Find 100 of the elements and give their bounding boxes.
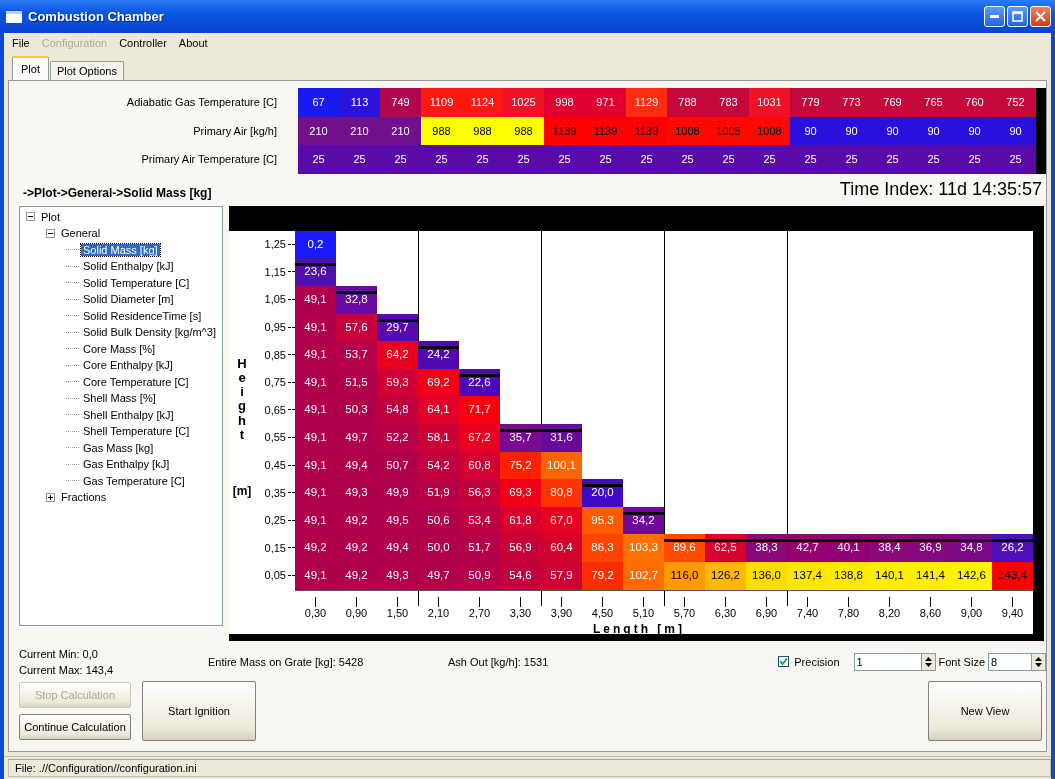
table-cell: 788	[667, 88, 708, 117]
maximize-button[interactable]	[1007, 6, 1028, 27]
heatmap-cell: 75,2	[500, 451, 541, 480]
heatmap-cell: 79,2	[582, 561, 623, 590]
tree-item[interactable]: Solid Temperature [C]	[81, 276, 192, 289]
collapse-icon[interactable]	[46, 228, 55, 238]
table-cell: 25	[667, 145, 708, 174]
table-cell: 25	[503, 145, 544, 174]
tree-item[interactable]: Solid Diameter [m]	[81, 293, 176, 306]
heatmap-cell: 49,7	[418, 561, 459, 590]
axis-title: Height	[237, 356, 247, 443]
heatmap-cell: 49,5	[377, 506, 418, 535]
table-cell: 25	[544, 145, 585, 174]
minimize-icon	[990, 15, 999, 18]
axis-label: 0,85	[264, 348, 287, 361]
tree-item[interactable]: Gas Enthalpy [kJ]	[81, 458, 172, 471]
spin-arrows-icon	[924, 655, 932, 668]
table-cell: 1008	[749, 116, 790, 145]
tab[interactable]: Plot	[12, 56, 49, 80]
axis-label: 0,55	[264, 431, 287, 444]
tree-item[interactable]: Core Temperature [C]	[81, 375, 191, 388]
action-button[interactable]: New View	[928, 680, 1042, 741]
close-button[interactable]	[1030, 6, 1051, 27]
table-cell: 1139	[585, 116, 626, 145]
heatmap-cell: 34,8	[951, 534, 992, 562]
precision-field[interactable]: 1	[853, 652, 922, 671]
heatmap-cell: 51,7	[459, 534, 500, 562]
tree-item[interactable]: General	[59, 227, 103, 240]
table-cell: 25	[421, 145, 462, 174]
status-bar: File: .//Configuration//configuration.ini	[8, 759, 1051, 777]
heatmap-cell: 22,6	[459, 368, 500, 397]
axis-label: 1,25	[264, 238, 287, 251]
heatmap-cell: 67,2	[459, 423, 500, 452]
tree-item[interactable]: Core Mass [%]	[81, 342, 158, 355]
expand-icon[interactable]	[46, 492, 55, 502]
action-button[interactable]: Continue Calculation	[19, 713, 131, 740]
heatmap-cell: 49,2	[295, 534, 336, 562]
collapse-icon[interactable]	[26, 212, 35, 222]
tree-item[interactable]: Shell Temperature [C]	[81, 425, 192, 438]
table-cell: 752	[995, 88, 1036, 117]
font-size-field[interactable]: 8	[988, 652, 1032, 671]
field-label: Font Size	[938, 655, 985, 668]
tree-item[interactable]: Gas Temperature [C]	[81, 474, 187, 487]
menu-item[interactable]: Controller	[119, 37, 167, 49]
table-cell: 749	[380, 88, 421, 117]
tree-item[interactable]: Core Enthalpy [kJ]	[81, 359, 175, 372]
tree-item[interactable]: Plot	[39, 210, 62, 223]
spinner-button[interactable]	[1032, 652, 1046, 671]
tree-item[interactable]: Solid ResidenceTime [s]	[81, 309, 204, 322]
heatmap-cell: 69,2	[418, 368, 459, 397]
tab[interactable]: Plot Options	[49, 61, 124, 80]
menu-item[interactable]: File	[12, 37, 30, 49]
tree-item[interactable]: Gas Mass [kg]	[81, 441, 156, 454]
checkbox[interactable]	[778, 656, 790, 667]
heatmap-cell: 138,8	[828, 561, 869, 590]
table-cell: 25	[298, 145, 339, 174]
table-cell: 25	[790, 145, 831, 174]
heatmap-cell: 49,1	[295, 341, 336, 369]
heatmap-cell: 56,9	[500, 534, 541, 562]
table-cell: 1139	[626, 116, 667, 145]
table-cell: 90	[831, 116, 872, 145]
breadcrumb: ->Plot->General->Solid Mass [kg]	[22, 185, 212, 200]
tree-item[interactable]: Shell Mass [%]	[81, 392, 158, 405]
tree-item[interactable]: Shell Enthalpy [kJ]	[81, 408, 176, 421]
action-button[interactable]: Start Ignition	[142, 680, 256, 741]
table-cell: 1008	[667, 116, 708, 145]
heatmap-cell: 49,2	[336, 506, 377, 535]
menu-item[interactable]: About	[178, 37, 208, 49]
minimize-button[interactable]	[984, 6, 1005, 27]
heatmap-cell: 23,6	[295, 258, 336, 286]
heatmap-cell: 42,7	[787, 534, 828, 562]
axis-label: 8,20	[877, 606, 902, 621]
heatmap-cell: 62,5	[705, 534, 746, 562]
heatmap-cell: 136,0	[746, 561, 787, 590]
table-cell: 210	[339, 116, 380, 145]
axis-label: 6,90	[754, 606, 779, 621]
heatmap-cell: 89,6	[664, 534, 705, 562]
table-cell: 25	[585, 145, 626, 174]
tree-item[interactable]: Solid Enthalpy [kJ]	[81, 260, 176, 273]
axis-label: 9,40	[1000, 606, 1025, 621]
window-icon	[6, 10, 22, 23]
heatmap-cell: 0,2	[295, 230, 336, 259]
heatmap-cell: 60,4	[541, 534, 582, 562]
table-cell: 25	[831, 145, 872, 174]
window-title: Combustion Chamber	[28, 9, 165, 24]
axis-label: 0,45	[264, 459, 287, 472]
heatmap-cell: 116,0	[664, 561, 705, 590]
axis-label: 9,00	[959, 606, 984, 621]
tree-item[interactable]: Solid Bulk Density [kg/m^3]	[81, 326, 218, 339]
heatmap-cell: 24,2	[418, 341, 459, 369]
table-cell: 769	[872, 88, 913, 117]
table-cell: 90	[995, 116, 1036, 145]
heatmap-cell: 50,3	[336, 396, 377, 424]
heatmap-cell: 69,3	[500, 479, 541, 507]
table-cell: 998	[544, 88, 585, 117]
tree-item[interactable]: Solid Mass [kg]	[81, 243, 160, 256]
ash-readout: Ash Out [kg/h]: 1531	[448, 655, 550, 668]
axis-label: 2,10	[426, 606, 451, 621]
tree-item[interactable]: Fractions	[59, 491, 109, 504]
axis-label: 1,05	[264, 293, 287, 306]
